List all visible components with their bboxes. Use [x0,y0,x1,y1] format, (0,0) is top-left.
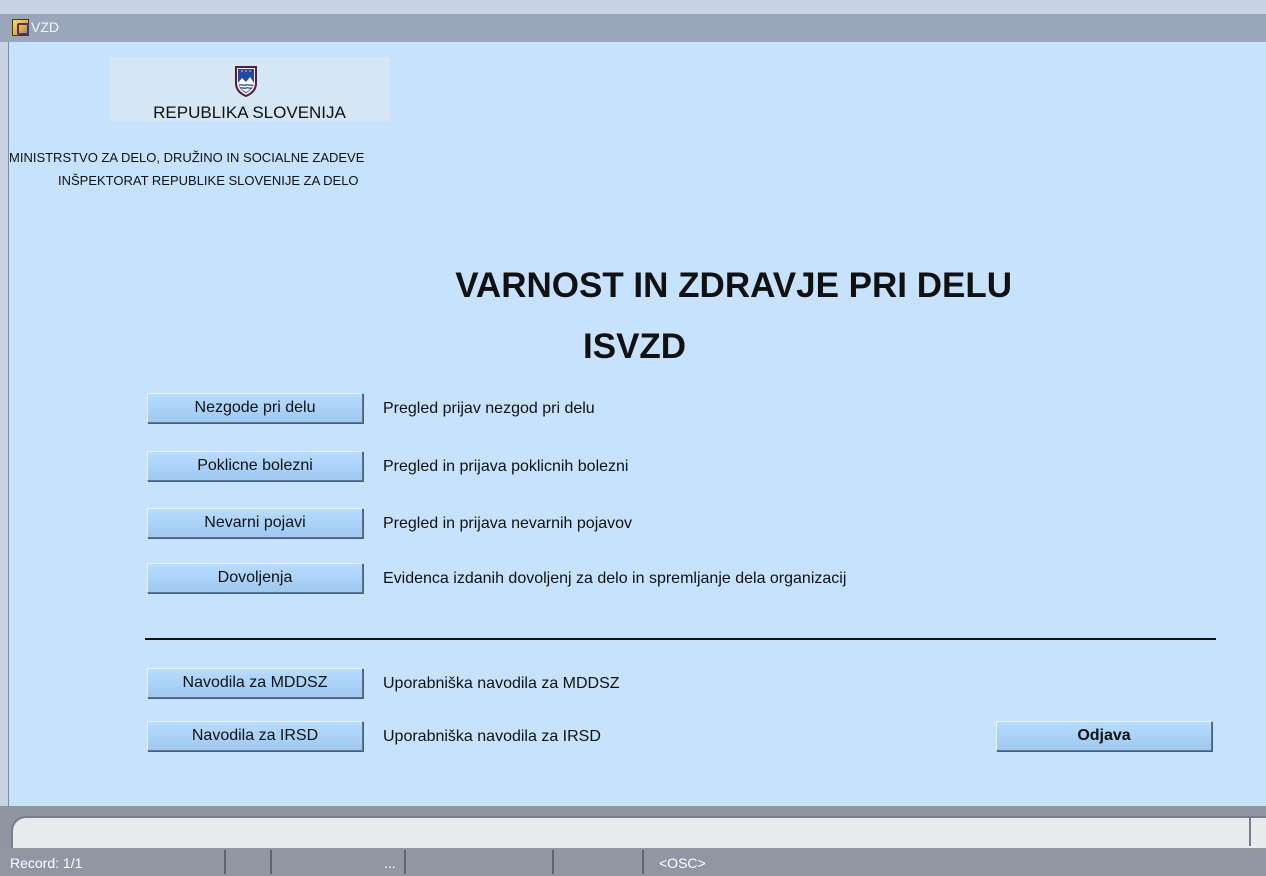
status-separator [642,850,644,874]
irsd-guide-description: Uporabniška navodila za IRSD [383,728,601,745]
accidents-at-work-description: Pregled prijav nezgod pri delu [383,400,595,417]
title-bar[interactable]: VZD [0,14,1266,42]
page-title: VARNOST IN ZDRAVJE PRI DELU [455,266,1012,305]
window-title: VZD [31,19,59,35]
record-count: Record: 1/1 [10,855,83,871]
irsd-guide-button[interactable]: Navodila za IRSD [147,721,363,751]
inspectorate-label: INŠPEKTORAT REPUBLIKE SLOVENIJE ZA DELO [58,173,359,188]
dangerous-incidents-button[interactable]: Nevarni pojavi [147,508,363,538]
dangerous-incidents-description: Pregled in prijava nevarnih pojavov [383,515,633,532]
status-separator [552,850,554,874]
accidents-at-work-button[interactable]: Nezgode pri delu [147,393,363,423]
permits-button[interactable]: Dovoljenja [147,563,363,593]
republic-label: REPUBLIKA SLOVENIJA [153,103,346,122]
message-line [11,816,1266,848]
coat-of-arms-icon [235,66,257,97]
logout-button[interactable]: Odjava [996,721,1212,751]
status-separator [270,850,272,874]
status-line [0,848,1266,876]
occupational-diseases-button[interactable]: Poklicne bolezni [147,451,363,481]
permits-description: Evidenca izdanih dovoljenj za delo in sp… [383,570,847,587]
application-window: VZD REPUBLIKA SLOVENIJA MINISTRSTVO ZA D… [0,0,1266,876]
occupational-diseases-description: Pregled in prijava poklicnih bolezni [383,458,629,475]
main-form: REPUBLIKA SLOVENIJA MINISTRSTVO ZA DELO,… [8,42,1266,806]
section-divider [145,638,1216,640]
ministry-label: MINISTRSTVO ZA DELO, DRUŽINO IN SOCIALNE… [9,150,365,165]
app-icon[interactable] [12,19,29,36]
republic-crest-panel: REPUBLIKA SLOVENIJA [109,57,390,122]
status-bar: Record: 1/1 ... <OSC> [0,806,1266,876]
mddsz-guide-button[interactable]: Navodila za MDDSZ [147,668,363,698]
mddsz-guide-description: Uporabniška navodila za MDDSZ [383,675,620,692]
osc-status: <OSC> [659,855,706,871]
status-ellipsis: ... [384,855,396,871]
status-separator [404,850,406,874]
page-subtitle: ISVZD [583,327,687,366]
status-separator [224,850,226,874]
